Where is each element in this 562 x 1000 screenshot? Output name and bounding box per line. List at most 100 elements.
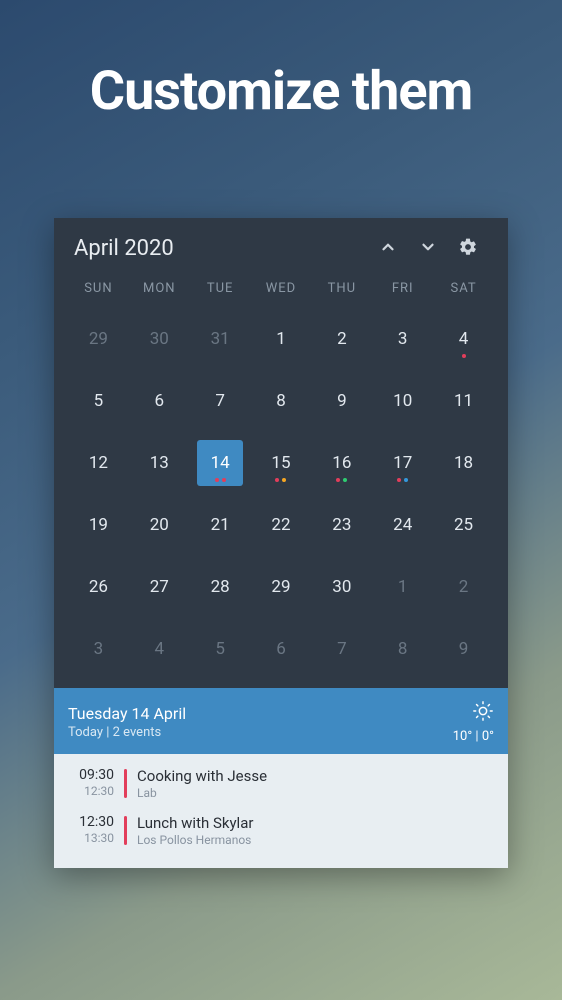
calendar-title: April 2020 [74,236,368,261]
calendar-day-number: 19 [75,502,121,548]
event-dot [343,478,347,482]
event-end-time: 13:30 [68,831,114,845]
calendar-day[interactable]: 12 [68,432,129,494]
calendar-day[interactable]: 1 [372,556,433,618]
calendar-day[interactable]: 13 [129,432,190,494]
calendar-day-number: 16 [319,440,365,486]
agenda-panel: Tuesday 14 April Today | 2 events 10° | … [54,688,508,868]
calendar-day-number: 14 [197,440,243,486]
events-list: 09:3012:30Cooking with JesseLab12:3013:3… [54,754,508,868]
event-dots [197,478,243,482]
calendar-day[interactable]: 3 [68,618,129,680]
event-body: Cooking with JesseLab [127,767,494,800]
calendar-day[interactable]: 6 [251,618,312,680]
calendar-day[interactable]: 30 [129,308,190,370]
calendar-day[interactable]: 30 [311,556,372,618]
calendar-day[interactable]: 14 [190,432,251,494]
sun-icon [453,700,494,726]
calendar-day[interactable]: 23 [311,494,372,556]
calendar-day[interactable]: 9 [433,618,494,680]
calendar-day[interactable]: 25 [433,494,494,556]
calendar-day[interactable]: 19 [68,494,129,556]
calendar-day[interactable]: 1 [251,308,312,370]
calendar-day[interactable]: 10 [372,370,433,432]
calendar-day-number: 3 [75,626,121,672]
calendar-day[interactable]: 15 [251,432,312,494]
prev-month-button[interactable] [368,238,408,260]
calendar-day-number: 11 [441,378,487,424]
calendar-day-number: 10 [380,378,426,424]
calendar-day[interactable]: 16 [311,432,372,494]
agenda-header: Tuesday 14 April Today | 2 events 10° | … [54,688,508,754]
agenda-header-left: Tuesday 14 April Today | 2 events [68,704,453,740]
calendar-day-number: 8 [258,378,304,424]
calendar-day-number: 1 [258,316,304,362]
calendar-day[interactable]: 17 [372,432,433,494]
agenda-date: Tuesday 14 April [68,704,453,723]
calendar-day[interactable]: 27 [129,556,190,618]
calendar-day[interactable]: 11 [433,370,494,432]
event-dot [282,478,286,482]
calendar-day[interactable]: 8 [251,370,312,432]
calendar-day-number: 20 [136,502,182,548]
calendar-day[interactable]: 29 [68,308,129,370]
calendar-day[interactable]: 9 [311,370,372,432]
calendar-day[interactable]: 18 [433,432,494,494]
day-of-week-label: THU [311,275,372,302]
calendar-day-number: 29 [258,564,304,610]
calendar-day-number: 2 [441,564,487,610]
calendar-day[interactable]: 7 [311,618,372,680]
calendar-day[interactable]: 31 [190,308,251,370]
agenda-subtitle: Today | 2 events [68,725,453,740]
calendar-day[interactable]: 4 [433,308,494,370]
calendar-day[interactable]: 20 [129,494,190,556]
chevron-down-icon [419,238,437,256]
day-of-week-label: FRI [372,275,433,302]
event-end-time: 12:30 [68,784,114,798]
calendar-day-number: 23 [319,502,365,548]
calendar-day-number: 5 [197,626,243,672]
calendar-day[interactable]: 26 [68,556,129,618]
next-month-button[interactable] [408,238,448,260]
calendar-day-number: 24 [380,502,426,548]
calendar-day[interactable]: 4 [129,618,190,680]
calendar-day-number: 3 [380,316,426,362]
calendar-day-number: 18 [441,440,487,486]
calendar-day[interactable]: 22 [251,494,312,556]
calendar-day-number: 31 [197,316,243,362]
event-item[interactable]: 09:3012:30 Cooking with JesseLab [54,760,508,807]
calendar-day-number: 13 [136,440,182,486]
event-dot [404,478,408,482]
calendar-day[interactable]: 3 [372,308,433,370]
calendar-day-number: 4 [441,316,487,362]
settings-button[interactable] [448,237,488,261]
calendar-day[interactable]: 28 [190,556,251,618]
calendar-day[interactable]: 2 [311,308,372,370]
event-times: 12:3013:30 [68,814,124,845]
calendar-day[interactable]: 2 [433,556,494,618]
day-of-week-label: TUE [190,275,251,302]
calendar-day-number: 8 [380,626,426,672]
calendar-day[interactable]: 21 [190,494,251,556]
calendar-day[interactable]: 24 [372,494,433,556]
calendar-day[interactable]: 8 [372,618,433,680]
calendar-day-number: 6 [136,378,182,424]
event-location: Los Pollos Hermanos [137,833,494,847]
calendar-day-number: 1 [380,564,426,610]
day-of-week-row: SUNMONTUEWEDTHUFRISAT [68,275,494,308]
calendar-day-number: 12 [75,440,121,486]
calendar-day-number: 26 [75,564,121,610]
event-dot [275,478,279,482]
calendar-widget: April 2020 SUNMONTUEWEDTHUFRISAT 2930311… [54,218,508,868]
calendar-day[interactable]: 6 [129,370,190,432]
calendar-day[interactable]: 7 [190,370,251,432]
calendar-day-number: 28 [197,564,243,610]
calendar-day[interactable]: 5 [68,370,129,432]
event-start-time: 09:30 [68,767,114,783]
calendar-day-number: 30 [319,564,365,610]
calendar-day[interactable]: 5 [190,618,251,680]
calendar-day[interactable]: 29 [251,556,312,618]
event-start-time: 12:30 [68,814,114,830]
event-item[interactable]: 12:3013:30Lunch with SkylarLos Pollos He… [54,807,508,854]
calendar-day-number: 4 [136,626,182,672]
